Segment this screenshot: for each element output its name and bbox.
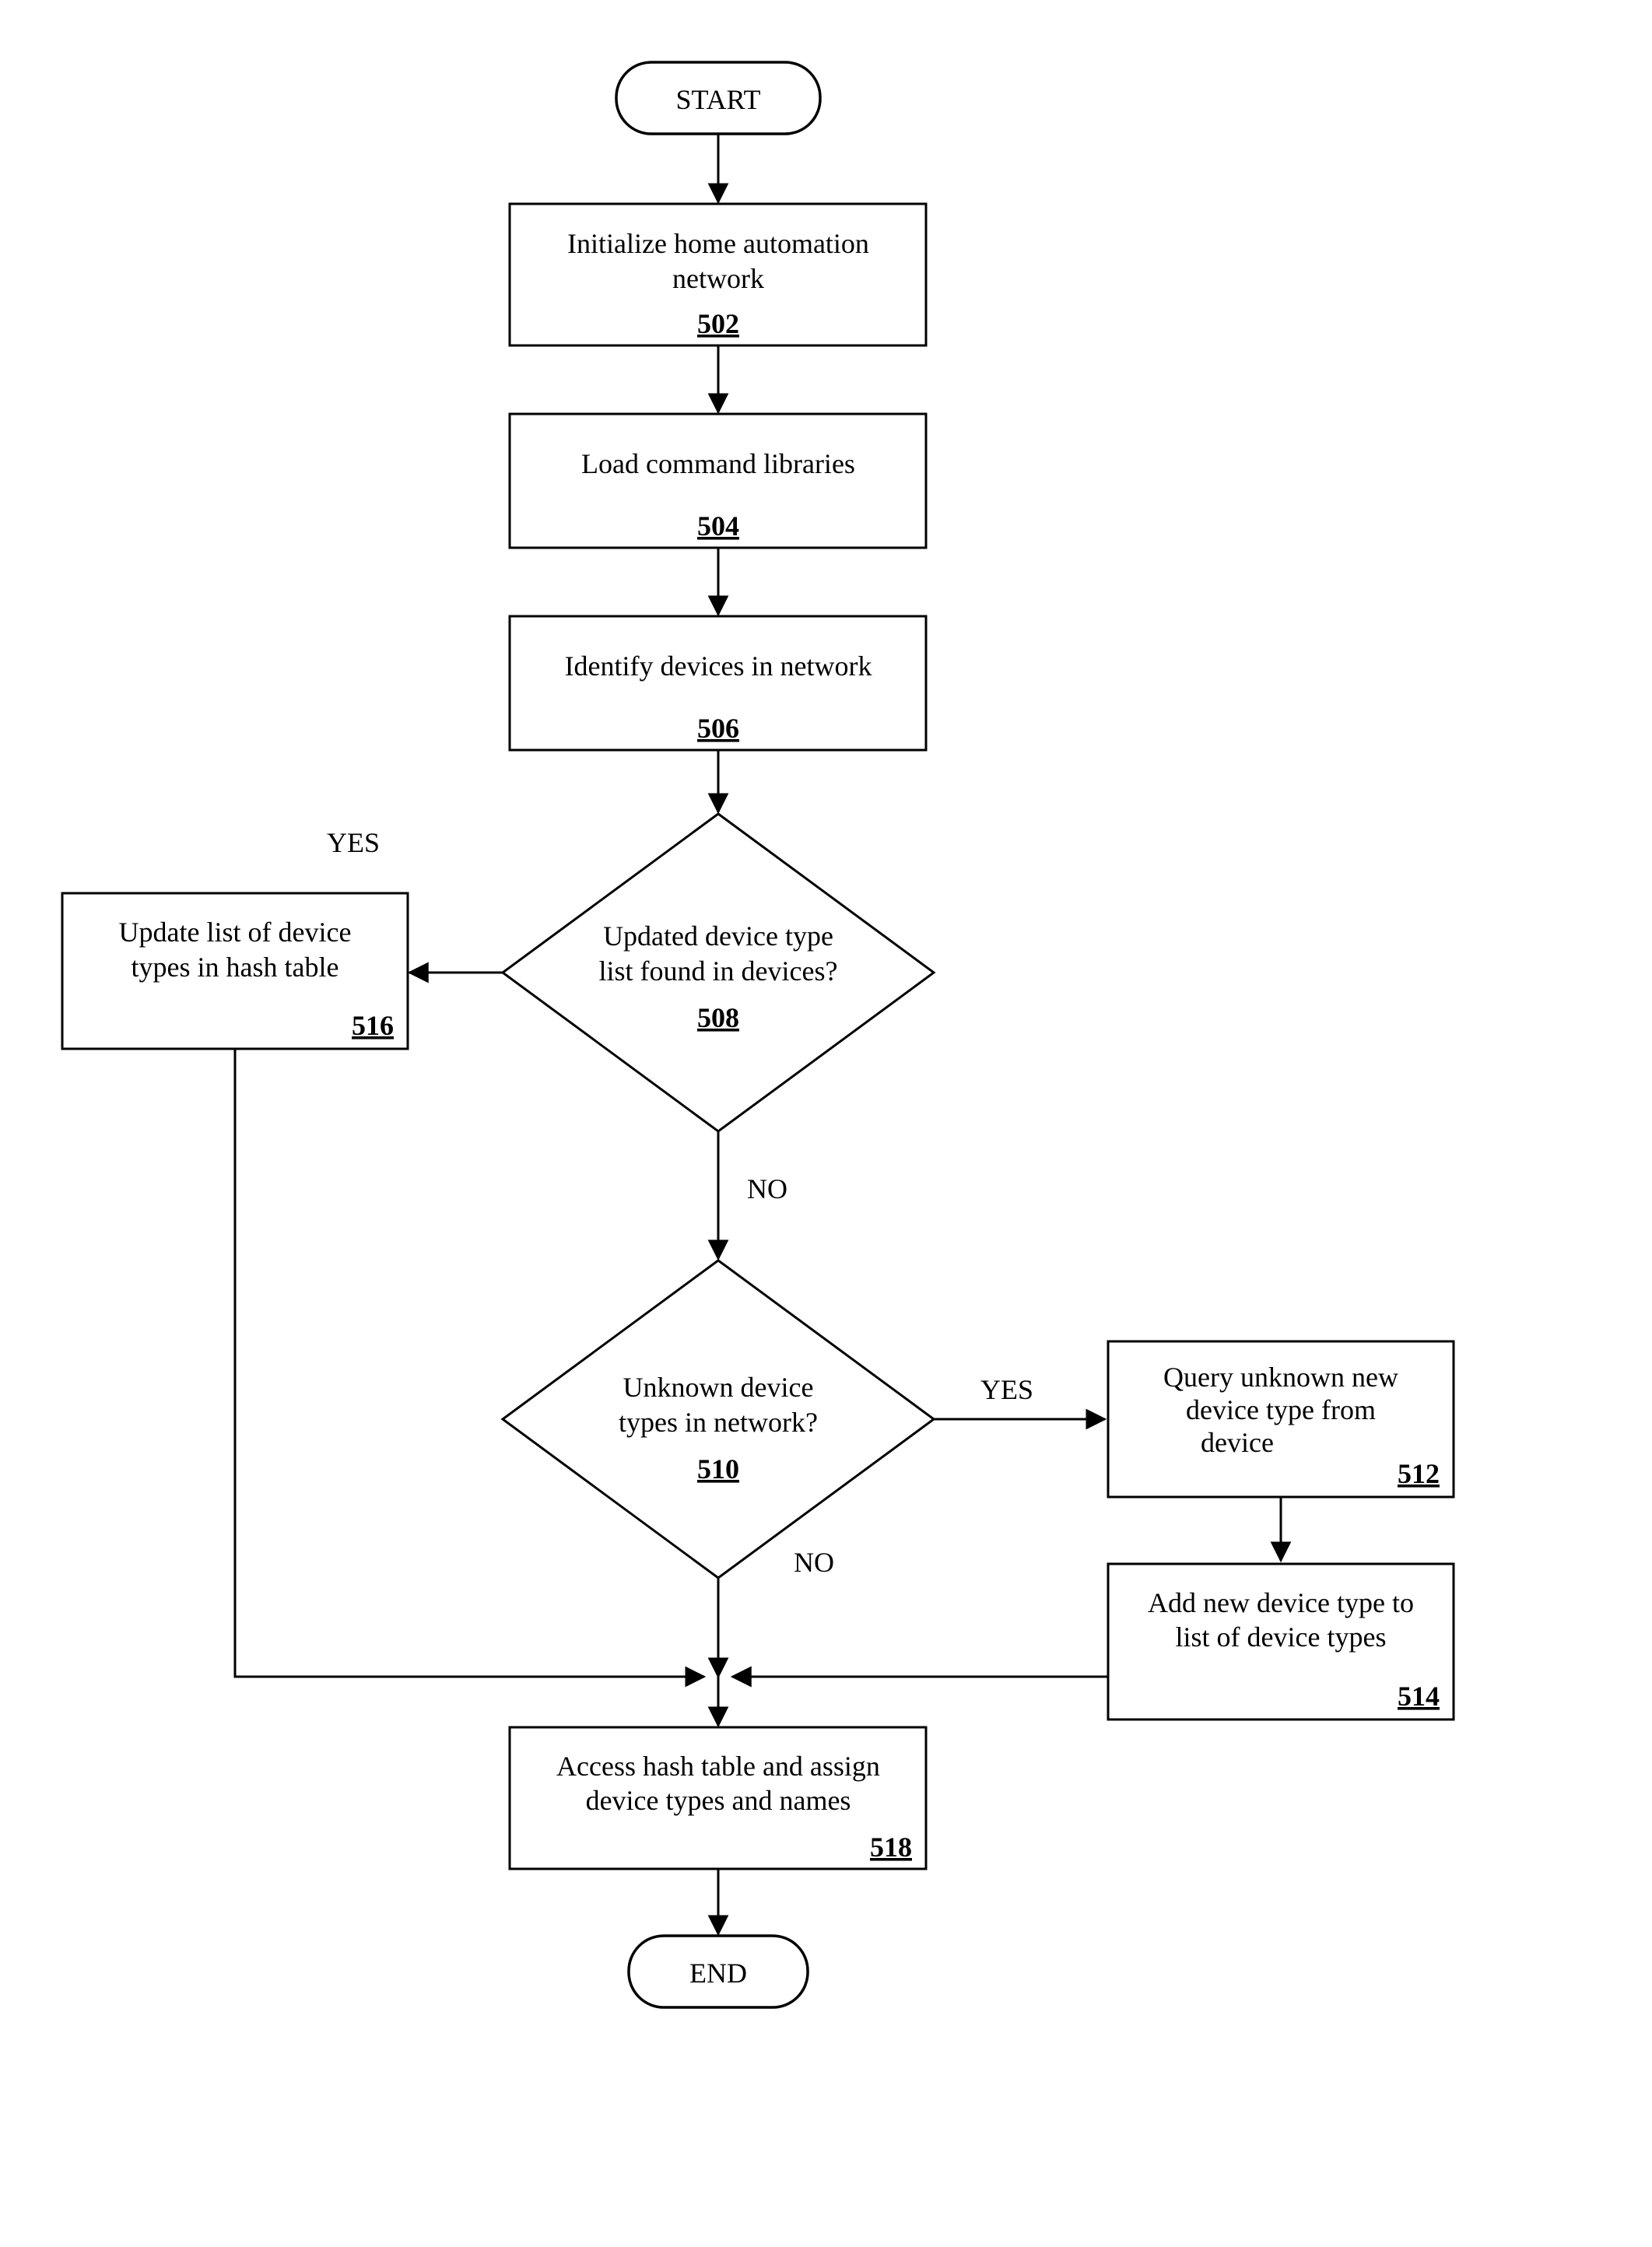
n516-line2: types in hash table — [132, 952, 339, 983]
n502-line1: Initialize home automation — [567, 228, 869, 259]
n502-line2: network — [672, 263, 764, 294]
n512-line3: device — [1201, 1427, 1274, 1458]
n504-ref: 504 — [697, 510, 739, 542]
n514-ref: 514 — [1398, 1681, 1440, 1712]
edge-508-yes-label: YES — [327, 827, 380, 858]
node-504: Load command libraries 504 — [510, 414, 926, 548]
n518-ref: 518 — [870, 1832, 912, 1863]
n514-line2: list of device types — [1176, 1621, 1387, 1653]
end-label: END — [689, 1958, 747, 1989]
n512-line2: device type from — [1186, 1394, 1376, 1425]
n502-ref: 502 — [697, 308, 739, 339]
node-508: Updated device type list found in device… — [503, 814, 934, 1131]
node-end: END — [629, 1936, 808, 2007]
n510-line1: Unknown device — [623, 1372, 814, 1403]
node-502: Initialize home automation network 502 — [510, 204, 926, 345]
edge-510-yes-label: YES — [980, 1374, 1033, 1405]
node-518: Access hash table and assign device type… — [510, 1727, 926, 1869]
n512-line1: Query unknown new — [1163, 1362, 1398, 1393]
n504-line1: Load command libraries — [581, 448, 855, 479]
n514-line1: Add new device type to — [1148, 1587, 1414, 1618]
node-510: Unknown device types in network? 510 — [503, 1260, 934, 1578]
node-516: Update list of device types in hash tabl… — [62, 893, 408, 1049]
edge-508-no-label: NO — [747, 1173, 787, 1204]
n516-ref: 516 — [352, 1010, 394, 1041]
n518-line2: device types and names — [586, 1785, 851, 1816]
n510-line2: types in network? — [619, 1407, 818, 1438]
n510-ref: 510 — [697, 1453, 739, 1485]
n518-line1: Access hash table and assign — [556, 1751, 880, 1782]
n508-line2: list found in devices? — [599, 955, 838, 987]
start-label: START — [676, 84, 761, 115]
n516-line1: Update list of device — [119, 917, 352, 948]
node-512: Query unknown new device type from devic… — [1108, 1341, 1454, 1497]
node-start: START — [616, 62, 820, 134]
n506-line1: Identify devices in network — [565, 650, 872, 682]
node-506: Identify devices in network 506 — [510, 616, 926, 750]
n508-line1: Updated device type — [603, 920, 833, 952]
n506-ref: 506 — [697, 713, 739, 744]
n508-ref: 508 — [697, 1002, 739, 1033]
node-514: Add new device type to list of device ty… — [1108, 1564, 1454, 1719]
edge-510-no-label: NO — [794, 1547, 834, 1578]
flowchart: START Initialize home automation network… — [0, 0, 1652, 2247]
n512-ref: 512 — [1398, 1458, 1440, 1489]
